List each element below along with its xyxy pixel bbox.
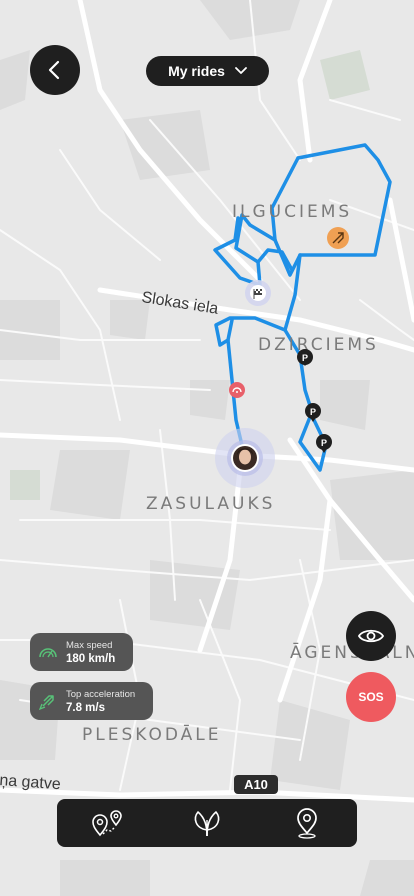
eye-icon xyxy=(358,629,384,643)
road-shield-a10: A10 xyxy=(234,775,278,794)
my-rides-label: My rides xyxy=(168,63,225,79)
max-speed-card: Max speed 180 km/h xyxy=(30,633,133,671)
toggle-visibility-button[interactable] xyxy=(346,611,396,661)
map-markers-layer: P P P xyxy=(229,227,349,472)
acceleration-marker[interactable] xyxy=(327,227,349,249)
chevron-left-icon xyxy=(48,60,60,80)
speed-alert-marker[interactable] xyxy=(229,382,245,398)
speedometer-icon xyxy=(39,648,57,658)
top-acceleration-value: 7.8 m/s xyxy=(66,701,105,714)
leaf-icon xyxy=(194,811,220,837)
my-rides-dropdown[interactable]: My rides xyxy=(146,56,269,86)
back-button[interactable] xyxy=(30,45,80,95)
map-screen: ILGUCIEMS DZIRCIEMS ZASULAUKS ĀGENSKALNS… xyxy=(0,0,414,896)
nav-eco-button[interactable] xyxy=(177,799,237,847)
svg-text:P: P xyxy=(321,438,327,448)
finish-flag-marker[interactable] xyxy=(245,280,271,306)
max-speed-label: Max speed xyxy=(66,639,113,651)
sos-button[interactable]: SOS xyxy=(346,672,396,722)
top-acceleration-card: Top acceleration 7.8 m/s xyxy=(30,682,153,720)
nav-routes-button[interactable] xyxy=(77,799,137,847)
svg-text:P: P xyxy=(302,353,308,363)
top-acceleration-label: Top acceleration xyxy=(66,688,136,700)
parking-marker[interactable]: P xyxy=(316,434,332,453)
location-pin-icon xyxy=(297,808,317,839)
parking-marker[interactable]: P xyxy=(305,403,321,422)
bottom-navigation xyxy=(57,799,357,847)
chevron-down-icon xyxy=(235,67,247,74)
rocket-icon xyxy=(39,695,54,710)
max-speed-value: 180 km/h xyxy=(66,652,116,665)
route-icon xyxy=(92,810,122,837)
parking-marker[interactable]: P xyxy=(297,349,313,366)
svg-text:P: P xyxy=(310,407,316,417)
nav-location-button[interactable] xyxy=(277,799,337,847)
user-avatar[interactable] xyxy=(231,444,259,472)
